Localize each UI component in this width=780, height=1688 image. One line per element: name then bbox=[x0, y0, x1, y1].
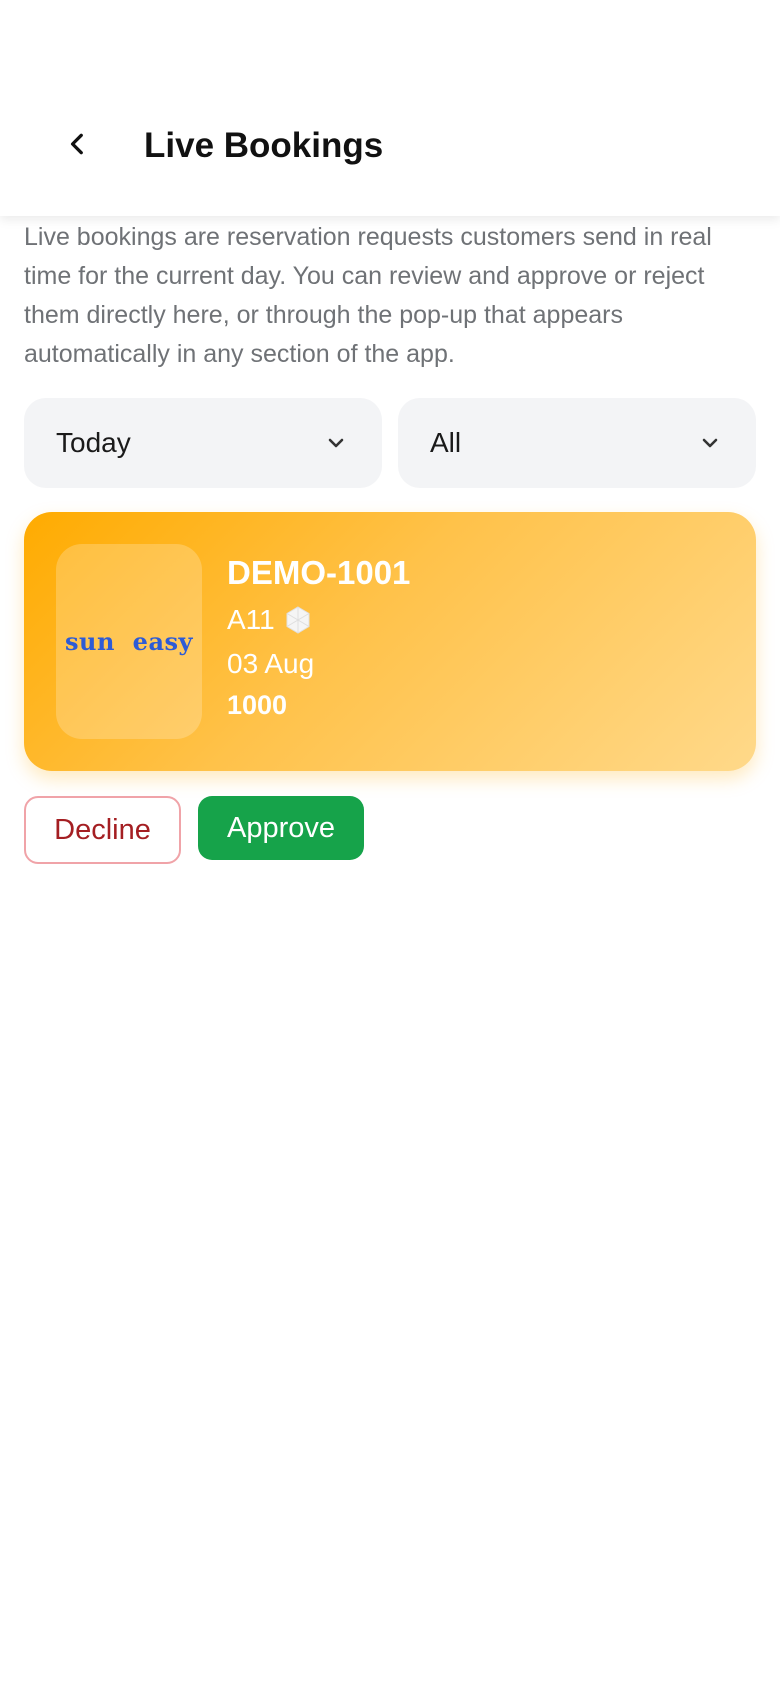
chevron-left-icon bbox=[70, 133, 83, 155]
back-button[interactable] bbox=[56, 122, 100, 166]
booking-spot: A11 bbox=[227, 604, 275, 635]
decline-button[interactable]: Decline bbox=[24, 796, 181, 864]
booking-spot-row: A11 bbox=[227, 604, 313, 636]
date-filter-value: Today bbox=[56, 427, 131, 458]
booking-code: DEMO-1001 bbox=[227, 554, 411, 591]
page-title: Live Bookings bbox=[144, 126, 384, 165]
date-filter-dropdown[interactable]: Today bbox=[24, 398, 382, 488]
live-bookings-screen: Live Bookings Live bookings are reservat… bbox=[0, 0, 780, 1688]
booking-date: 03 Aug bbox=[227, 648, 315, 679]
umbrella-icon bbox=[286, 606, 310, 634]
status-filter-dropdown[interactable]: All bbox=[398, 398, 756, 488]
status-filter-value: All bbox=[430, 427, 462, 458]
brand-logo-text: sun easy bbox=[65, 627, 193, 656]
page-description: Live bookings are reservation requests c… bbox=[24, 223, 712, 368]
chevron-down-icon bbox=[328, 438, 344, 448]
app-header: Live Bookings bbox=[0, 0, 780, 216]
chevron-down-icon bbox=[702, 438, 718, 448]
booking-price: 1000 bbox=[227, 690, 288, 720]
booking-card[interactable]: sun easy DEMO-1001 A11 03 Aug 1000 bbox=[24, 512, 756, 771]
brand-logo: sun easy bbox=[56, 544, 202, 739]
approve-button[interactable]: Approve bbox=[198, 796, 364, 860]
